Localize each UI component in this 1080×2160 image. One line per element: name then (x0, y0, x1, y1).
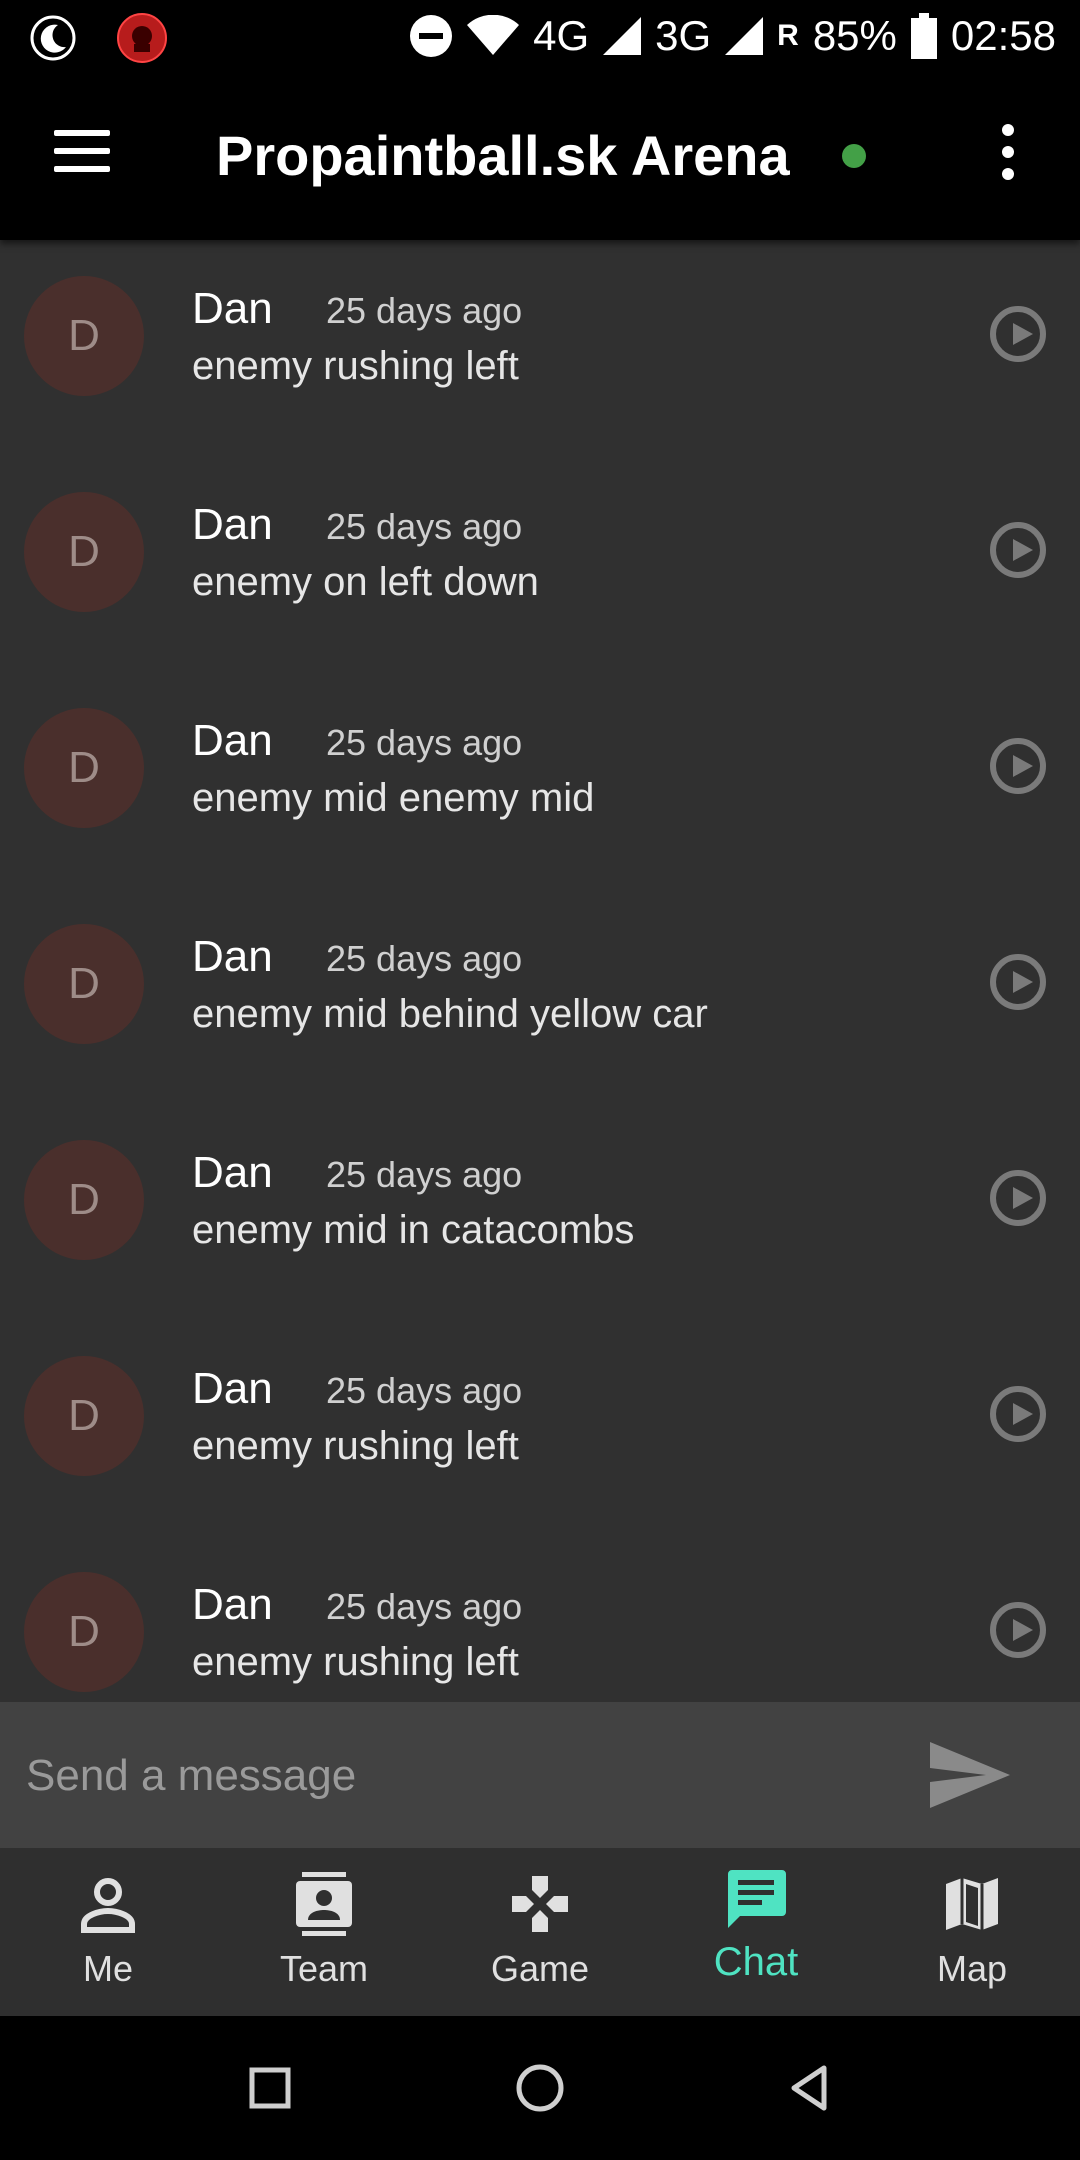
page-title: Propaintball.sk Arena (216, 124, 790, 187)
moon-icon (30, 15, 76, 61)
play-icon[interactable] (990, 1386, 1046, 1442)
wifi-icon (467, 15, 520, 55)
message-item[interactable]: D Dan 25 days ago enemy rushing left (0, 1320, 1080, 1536)
contact-card-icon (296, 1872, 352, 1936)
message-time: 25 days ago (326, 938, 523, 979)
more-vert-icon (1002, 124, 1014, 136)
message-time: 25 days ago (326, 1370, 523, 1411)
recent-apps-icon[interactable] (242, 2060, 298, 2116)
nav-item-me[interactable]: Me (0, 1848, 216, 2016)
do-not-disturb-icon (410, 15, 453, 57)
message-sender: Dan (192, 1580, 273, 1629)
online-status-dot (842, 144, 866, 168)
person-icon (81, 1878, 135, 1933)
message-input[interactable] (24, 1732, 888, 1820)
map-icon (946, 1878, 998, 1930)
message-time: 25 days ago (326, 1154, 523, 1195)
message-sender: Dan (192, 1364, 273, 1413)
message-item[interactable]: D Dan 25 days ago enemy mid in catacombs (0, 1104, 1080, 1320)
play-icon[interactable] (990, 522, 1046, 578)
message-item[interactable]: D Dan 25 days ago enemy mid enemy mid (0, 672, 1080, 888)
menu-button[interactable] (54, 130, 114, 178)
home-icon[interactable] (512, 2060, 568, 2116)
clock: 02:58 (950, 12, 1056, 59)
message-sender: Dan (192, 716, 273, 765)
play-icon[interactable] (990, 954, 1046, 1010)
nav-item-map[interactable]: Map (864, 1848, 1080, 2016)
message-item[interactable]: D Dan 25 days ago enemy on left down (0, 456, 1080, 672)
message-text: enemy rushing left (192, 344, 519, 388)
roaming-indicator: R (777, 19, 799, 52)
nav-item-chat[interactable]: Chat (648, 1848, 864, 2016)
more-options-button[interactable] (990, 124, 1026, 188)
nav-item-team[interactable]: Team (216, 1848, 432, 2016)
message-text: enemy mid in catacombs (192, 1208, 635, 1252)
nav-label: Game (490, 1948, 590, 1989)
avatar: D (24, 492, 144, 612)
message-sender: Dan (192, 932, 273, 981)
chat-icon (728, 1870, 786, 1928)
app-logo-icon (117, 13, 167, 63)
message-time: 25 days ago (326, 290, 523, 331)
play-icon[interactable] (990, 738, 1046, 794)
status-bar: 4G 3G R 85% 02:58 (0, 0, 1080, 72)
avatar: D (24, 276, 144, 396)
play-icon[interactable] (990, 1170, 1046, 1226)
network-4g-label: 4G (533, 12, 590, 59)
message-text: enemy mid enemy mid (192, 776, 595, 820)
avatar: D (24, 1356, 144, 1476)
message-time: 25 days ago (326, 506, 523, 547)
bottom-navigation: Me Team Game Chat Map (0, 1848, 1080, 2016)
system-navigation-bar (0, 2016, 1080, 2160)
message-text: enemy rushing left (192, 1640, 519, 1684)
gamepad-icon (512, 1876, 568, 1932)
message-sender: Dan (192, 500, 273, 549)
message-item[interactable]: D Dan 25 days ago enemy rushing left (0, 240, 1080, 456)
battery-percent: 85% (812, 12, 897, 59)
send-icon[interactable] (930, 1742, 1010, 1808)
message-sender: Dan (192, 1148, 273, 1197)
message-time: 25 days ago (326, 722, 523, 763)
nav-item-game[interactable]: Game (432, 1848, 648, 2016)
back-icon[interactable] (782, 2060, 838, 2116)
app-bar: Propaintball.sk Arena (0, 72, 1080, 240)
nav-label: Chat (713, 1940, 799, 1984)
avatar: D (24, 1140, 144, 1260)
nav-label: Team (279, 1948, 369, 1989)
message-text: enemy mid behind yellow car (192, 992, 708, 1036)
signal-icon (725, 17, 764, 55)
message-text: enemy rushing left (192, 1424, 519, 1468)
nav-label: Map (936, 1948, 1008, 1989)
message-item[interactable]: D Dan 25 days ago enemy mid behind yello… (0, 888, 1080, 1104)
nav-label: Me (82, 1948, 133, 1989)
play-icon[interactable] (990, 1602, 1046, 1658)
signal-icon (603, 17, 642, 55)
message-sender: Dan (192, 284, 273, 333)
message-list[interactable]: D Dan 25 days ago enemy rushing left D D… (0, 240, 1080, 1702)
avatar: D (24, 1572, 144, 1692)
avatar: D (24, 924, 144, 1044)
play-icon[interactable] (990, 306, 1046, 362)
message-composer (0, 1702, 1080, 1848)
battery-icon (910, 13, 937, 59)
message-time: 25 days ago (326, 1586, 523, 1627)
message-text: enemy on left down (192, 560, 539, 604)
hamburger-menu-icon (54, 130, 110, 136)
avatar: D (24, 708, 144, 828)
message-item[interactable]: D Dan 25 days ago enemy rushing left (0, 1536, 1080, 1702)
network-3g-label: 3G (655, 12, 712, 59)
